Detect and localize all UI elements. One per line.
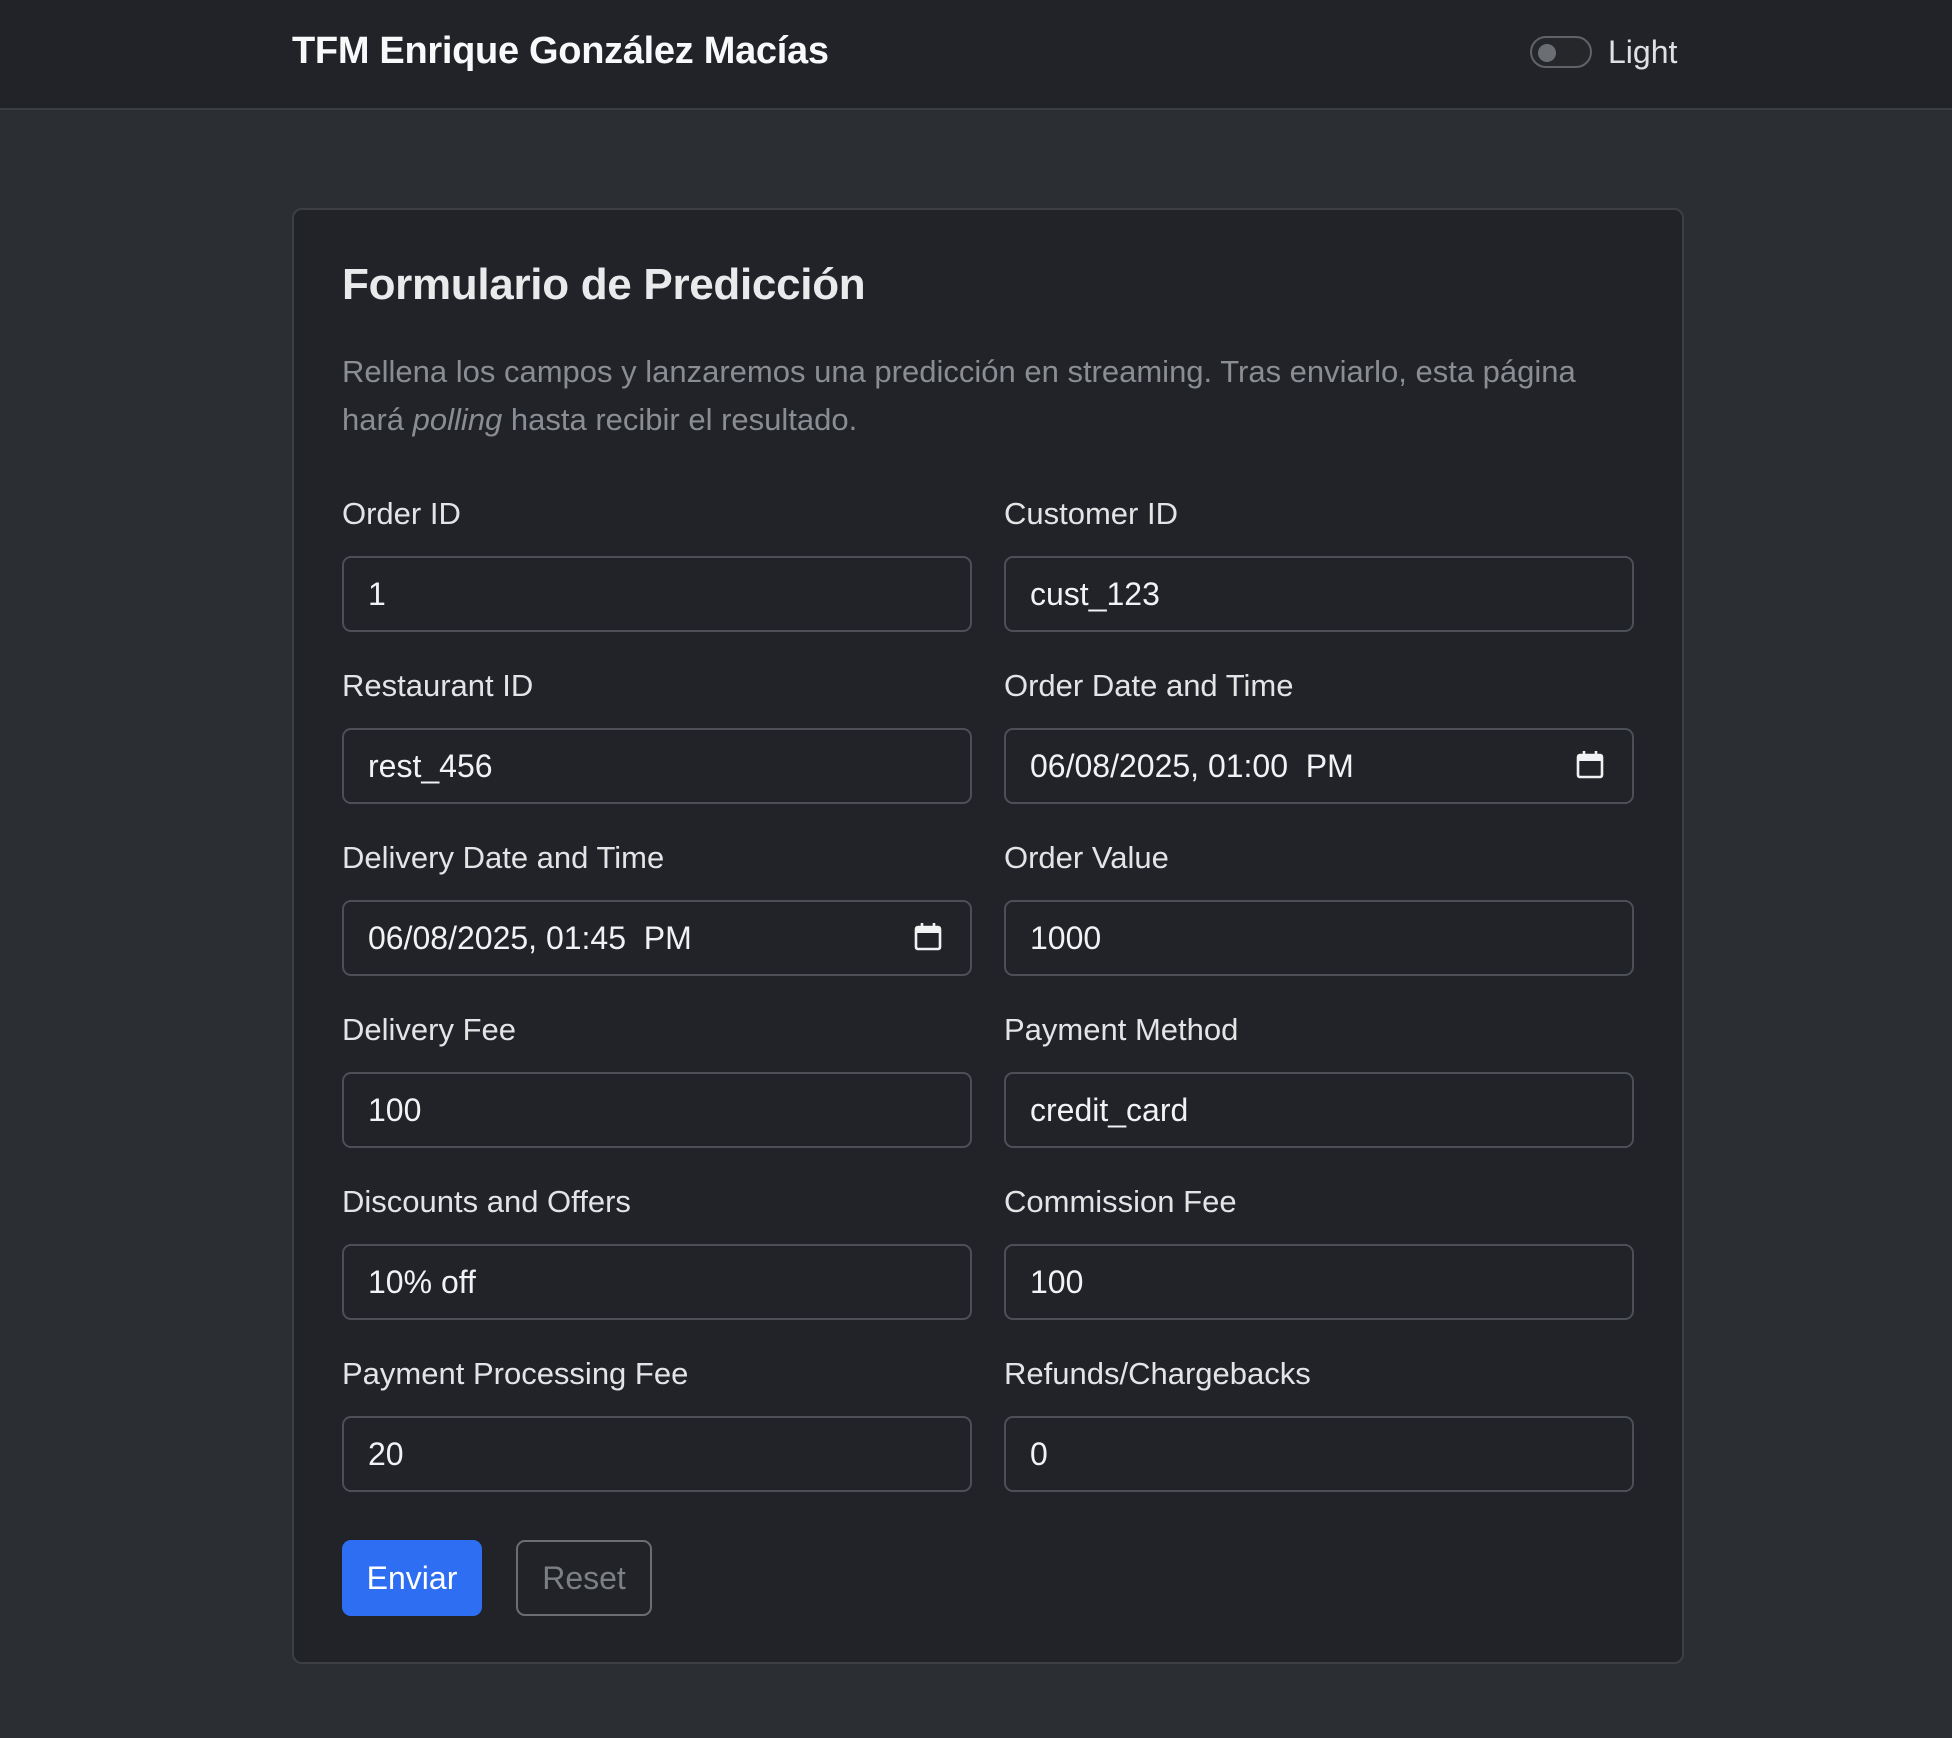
intro-text-end: hasta recibir el resultado. bbox=[502, 402, 858, 437]
form-intro: Rellena los campos y lanzaremos una pred… bbox=[342, 348, 1642, 444]
order-datetime-label: Order Date and Time bbox=[1004, 668, 1294, 703]
payment-method-input[interactable] bbox=[1004, 1072, 1634, 1148]
calendar-icon[interactable] bbox=[1576, 750, 1604, 780]
delivery-datetime-field bbox=[342, 900, 972, 976]
delivery-fee-input[interactable] bbox=[342, 1072, 972, 1148]
prediction-form-card: Formulario de Predicción Rellena los cam… bbox=[292, 208, 1684, 1664]
order-datetime-field bbox=[1004, 728, 1634, 804]
commission-fee-input[interactable] bbox=[1004, 1244, 1634, 1320]
payment-processing-fee-input[interactable] bbox=[342, 1416, 972, 1492]
submit-button[interactable]: Enviar bbox=[342, 1540, 482, 1616]
reset-button[interactable]: Reset bbox=[516, 1540, 652, 1616]
payment-processing-fee-label: Payment Processing Fee bbox=[342, 1356, 689, 1391]
switch-knob bbox=[1538, 44, 1556, 62]
discounts-label: Discounts and Offers bbox=[342, 1184, 631, 1219]
restaurant-id-label: Restaurant ID bbox=[342, 668, 534, 703]
delivery-fee-label: Delivery Fee bbox=[342, 1012, 516, 1047]
delivery-datetime-input[interactable] bbox=[342, 900, 972, 976]
calendar-icon[interactable] bbox=[914, 922, 942, 952]
commission-fee-label: Commission Fee bbox=[1004, 1184, 1237, 1219]
form-title: Formulario de Predicción bbox=[342, 260, 866, 309]
intro-emphasis: polling bbox=[412, 402, 503, 437]
payment-method-label: Payment Method bbox=[1004, 1012, 1239, 1047]
refunds-label: Refunds/Chargebacks bbox=[1004, 1356, 1311, 1391]
navbar: TFM Enrique González Macías Light bbox=[0, 0, 1952, 110]
discounts-input[interactable] bbox=[342, 1244, 972, 1320]
restaurant-id-input[interactable] bbox=[342, 728, 972, 804]
order-datetime-input[interactable] bbox=[1004, 728, 1634, 804]
order-value-label: Order Value bbox=[1004, 840, 1169, 875]
order-value-input[interactable] bbox=[1004, 900, 1634, 976]
theme-toggle[interactable]: Light bbox=[1530, 30, 1677, 74]
brand-title[interactable]: TFM Enrique González Macías bbox=[292, 30, 829, 73]
customer-id-input[interactable] bbox=[1004, 556, 1634, 632]
theme-switch[interactable] bbox=[1530, 36, 1592, 68]
order-id-input[interactable] bbox=[342, 556, 972, 632]
theme-label[interactable]: Light bbox=[1608, 34, 1677, 71]
order-id-label: Order ID bbox=[342, 496, 461, 531]
customer-id-label: Customer ID bbox=[1004, 496, 1178, 531]
delivery-datetime-label: Delivery Date and Time bbox=[342, 840, 665, 875]
refunds-input[interactable] bbox=[1004, 1416, 1634, 1492]
